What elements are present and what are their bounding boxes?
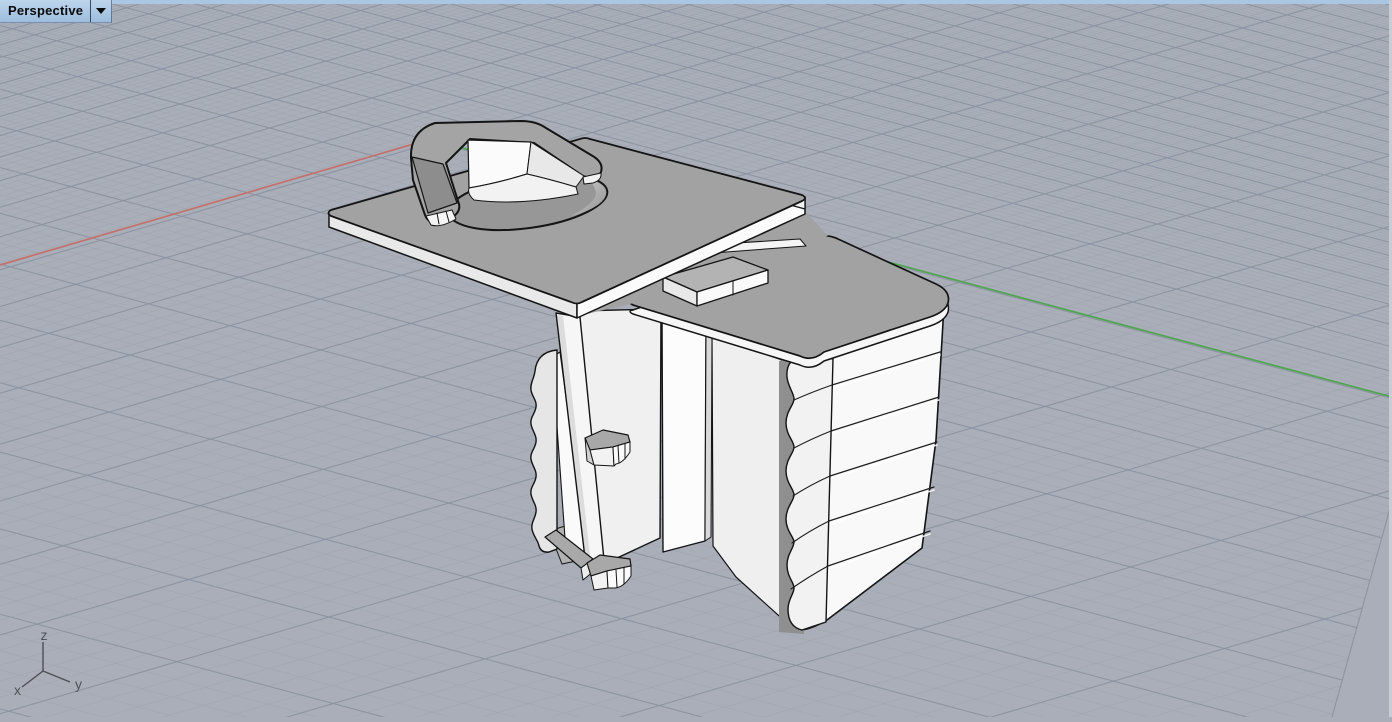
viewport-canvas[interactable]: z y x: [0, 0, 1392, 717]
viewport-menu-button[interactable]: [91, 0, 111, 22]
viewport-title[interactable]: Perspective: [0, 3, 90, 19]
model-mid-bracket: [585, 430, 630, 466]
rhino-viewport-window: { "viewport": { "tab_label": "Perspectiv…: [0, 0, 1392, 717]
active-viewport-border-top: [0, 0, 1392, 4]
viewport-3d-scene: z y x: [0, 0, 1392, 717]
triad-y-label: y: [75, 676, 82, 692]
model-scalloped-strip: [531, 350, 557, 552]
triad-x-label: x: [14, 682, 21, 698]
chevron-down-icon: [96, 8, 106, 14]
viewport-title-tab[interactable]: Perspective: [0, 0, 112, 23]
triad-z-label: z: [41, 627, 48, 643]
